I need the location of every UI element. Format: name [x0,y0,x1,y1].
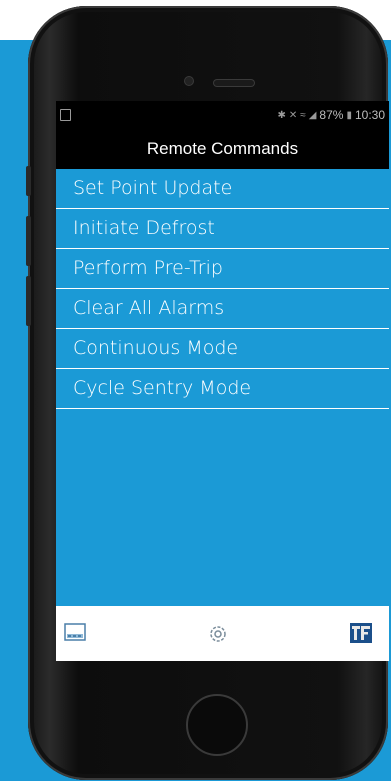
phone-screen: ✱ ✕ ≈ ◢ 87% ▮ 10:30 Remote Commands Set … [56,101,389,661]
status-time: 10:30 [354,108,385,122]
battery-percent: 87% [319,108,344,122]
front-camera [185,77,193,85]
battery-icon: ▮ [346,109,352,121]
command-set-point-update[interactable]: Set Point Update [56,169,389,209]
side-button-mute [26,166,31,196]
settings-gear-icon[interactable] [207,623,229,650]
wifi-icon: ≈ [300,109,306,121]
bluetooth-icon: ✱ [277,109,286,121]
home-button[interactable] [186,694,248,756]
side-button-volume-up [26,216,31,266]
page-title: Remote Commands [56,129,389,169]
earpiece-speaker [214,80,254,86]
command-clear-all-alarms[interactable]: Clear All Alarms [56,289,389,329]
side-button-volume-down [26,276,31,326]
dashboard-icon[interactable] [64,623,86,646]
command-initiate-defrost[interactable]: Initiate Defrost [56,209,389,249]
brand-logo-icon[interactable] [350,623,372,648]
bottom-tab-bar [56,606,389,661]
command-list: Set Point Update Initiate Defrost Perfor… [56,169,389,661]
status-bar: ✱ ✕ ≈ ◢ 87% ▮ 10:30 [56,101,389,129]
mute-icon: ✕ [288,109,298,121]
status-indicators: ✱ ✕ ≈ ◢ 87% ▮ 10:30 [277,108,385,122]
command-perform-pre-trip[interactable]: Perform Pre-Trip [56,249,389,289]
command-continuous-mode[interactable]: Continuous Mode [56,329,389,369]
screenshot-notification-icon [60,109,71,121]
signal-icon: ◢ [308,109,317,121]
command-cycle-sentry-mode[interactable]: Cycle Sentry Mode [56,369,389,409]
